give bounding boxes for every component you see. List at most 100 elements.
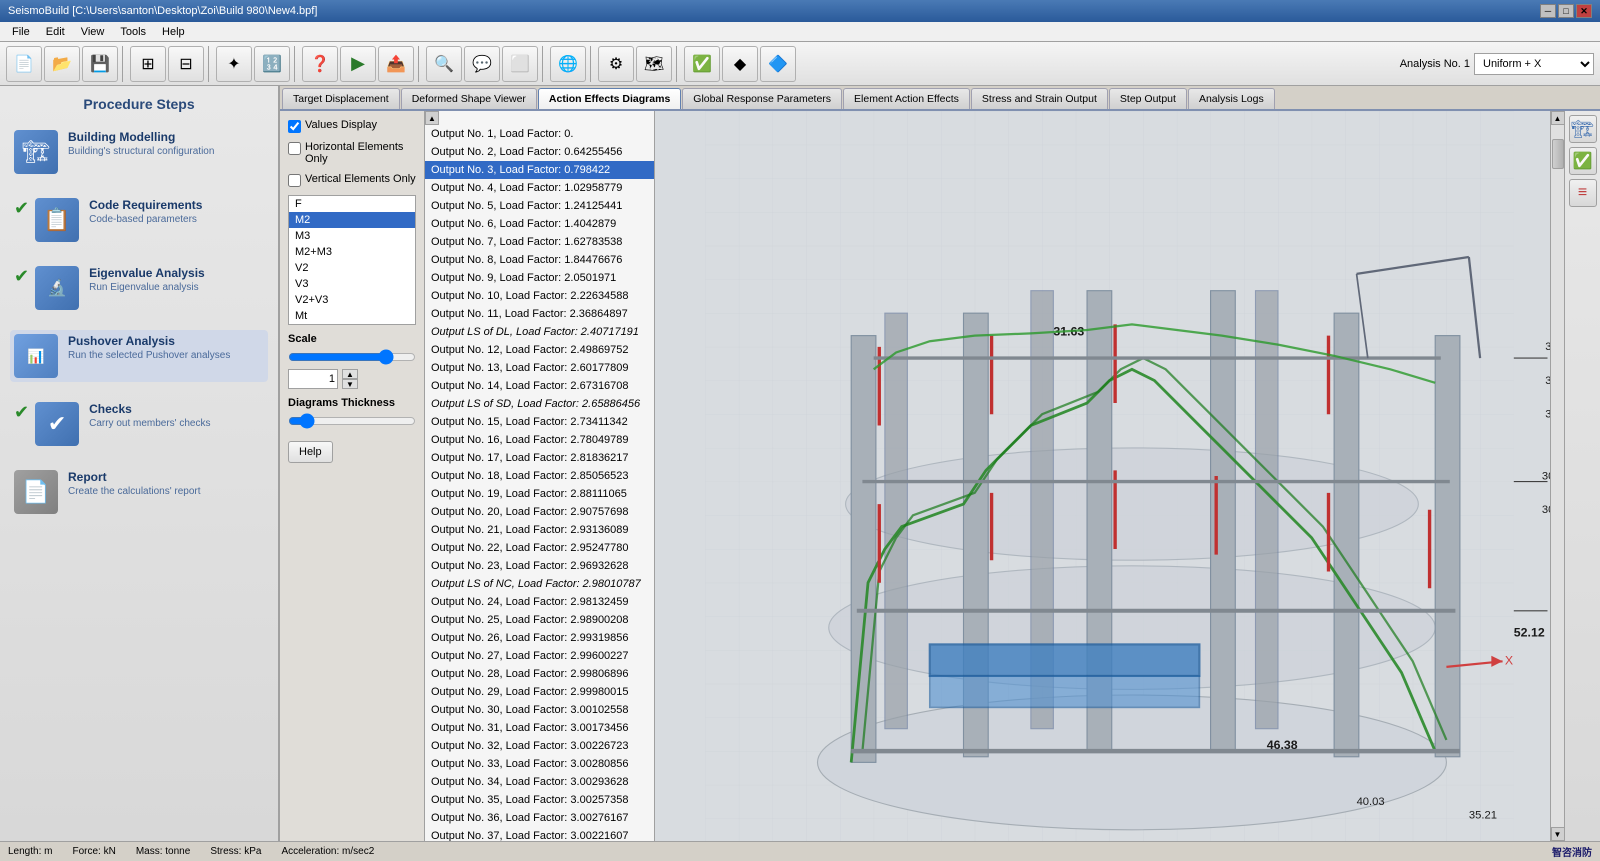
title-controls[interactable]: ─ □ ✕	[1540, 4, 1592, 18]
view3d-button[interactable]: ⬜	[502, 46, 538, 82]
menu-help[interactable]: Help	[154, 24, 193, 40]
tab-stress-strain[interactable]: Stress and Strain Output	[971, 88, 1108, 109]
tab-deformed-shape[interactable]: Deformed Shape Viewer	[401, 88, 537, 109]
right-btn-bars[interactable]: ≡	[1569, 179, 1597, 207]
gear-button[interactable]: ⚙	[598, 46, 634, 82]
output-item-10[interactable]: Output No. 10, Load Factor: 2.22634588	[425, 287, 654, 305]
element-m2[interactable]: M2	[289, 212, 415, 228]
scroll-down-arrow[interactable]: ▼	[1551, 827, 1565, 841]
output-item-5[interactable]: Output No. 5, Load Factor: 1.24125441	[425, 197, 654, 215]
calc-button[interactable]: 🔢	[254, 46, 290, 82]
thickness-slider[interactable]	[288, 413, 416, 429]
output-item-19[interactable]: Output No. 19, Load Factor: 2.88111065	[425, 485, 654, 503]
output-item-23[interactable]: Output No. 23, Load Factor: 2.96932628	[425, 557, 654, 575]
network-button[interactable]: ✦	[216, 46, 252, 82]
output-item-27[interactable]: Output No. 27, Load Factor: 2.99600227	[425, 647, 654, 665]
maximize-btn[interactable]: □	[1558, 4, 1574, 18]
right-btn-3d[interactable]: 🏗	[1569, 115, 1597, 143]
sidebar-item-checks[interactable]: ✔ ✔ Checks Carry out members' checks	[10, 398, 268, 450]
tab-analysis-logs[interactable]: Analysis Logs	[1188, 88, 1275, 109]
right-btn-check[interactable]: ✅	[1569, 147, 1597, 175]
output-item-18[interactable]: Output No. 18, Load Factor: 2.85056523	[425, 467, 654, 485]
output-item-33[interactable]: Output No. 33, Load Factor: 3.00280856	[425, 755, 654, 773]
output-item-16[interactable]: Output No. 16, Load Factor: 2.78049789	[425, 431, 654, 449]
output-item-2[interactable]: Output No. 2, Load Factor: 0.64255456	[425, 143, 654, 161]
output-item-36[interactable]: Output No. 36, Load Factor: 3.00276167	[425, 809, 654, 827]
sidebar-item-building-modelling[interactable]: 🏗 Building Modelling Building's structur…	[10, 126, 268, 178]
tab-element-action[interactable]: Element Action Effects	[843, 88, 970, 109]
tab-global-response[interactable]: Global Response Parameters	[682, 88, 842, 109]
output-item-1[interactable]: Output No. 1, Load Factor: 0.	[425, 125, 654, 143]
output-item-21[interactable]: Output No. 21, Load Factor: 2.93136089	[425, 521, 654, 539]
output-item-26[interactable]: Output No. 26, Load Factor: 2.99319856	[425, 629, 654, 647]
output-item-17[interactable]: Output No. 17, Load Factor: 2.81836217	[425, 449, 654, 467]
scroll-up-arrow[interactable]: ▲	[1551, 111, 1565, 125]
horizontal-only-checkbox[interactable]	[288, 142, 301, 155]
output-item-4[interactable]: Output No. 4, Load Factor: 1.02958779	[425, 179, 654, 197]
diamond-button[interactable]: ◆	[722, 46, 758, 82]
menu-tools[interactable]: Tools	[112, 24, 154, 40]
output-item-28[interactable]: Output No. 28, Load Factor: 2.99806896	[425, 665, 654, 683]
output-item-32[interactable]: Output No. 32, Load Factor: 3.00226723	[425, 737, 654, 755]
sidebar-item-report[interactable]: 📄 Report Create the calculations' report	[10, 466, 268, 518]
menu-view[interactable]: View	[73, 24, 113, 40]
output-item-14[interactable]: Output No. 14, Load Factor: 2.67316708	[425, 377, 654, 395]
tab-step-output[interactable]: Step Output	[1109, 88, 1187, 109]
output-item-31[interactable]: Output No. 31, Load Factor: 3.00173456	[425, 719, 654, 737]
menu-file[interactable]: File	[4, 24, 38, 40]
output-item-20[interactable]: Output No. 20, Load Factor: 2.90757698	[425, 503, 654, 521]
scale-slider[interactable]	[288, 349, 416, 365]
view-scrollbar[interactable]: ▲ ▼	[1550, 111, 1564, 841]
run-button[interactable]: ▶	[340, 46, 376, 82]
zoom-button[interactable]: 🔍	[426, 46, 462, 82]
check-button[interactable]: ✅	[684, 46, 720, 82]
save-button[interactable]: 💾	[82, 46, 118, 82]
element-mt[interactable]: Mt	[289, 308, 415, 324]
help-button[interactable]: Help	[288, 441, 333, 463]
element-m2m3[interactable]: M2+M3	[289, 244, 415, 260]
output-item-11[interactable]: Output No. 11, Load Factor: 2.36864897	[425, 305, 654, 323]
values-display-checkbox[interactable]	[288, 120, 301, 133]
sidebar-item-eigenvalue-analysis[interactable]: ✔ 🔬 Eigenvalue Analysis Run Eigenvalue a…	[10, 262, 268, 314]
output-item-29[interactable]: Output No. 29, Load Factor: 2.99980015	[425, 683, 654, 701]
tab-action-effects[interactable]: Action Effects Diagrams	[538, 88, 681, 109]
scrollbar-thumb[interactable]	[1552, 139, 1564, 169]
minimize-btn[interactable]: ─	[1540, 4, 1556, 18]
new-button[interactable]: 📄	[6, 46, 42, 82]
output-item-35[interactable]: Output No. 35, Load Factor: 3.00257358	[425, 791, 654, 809]
open-button[interactable]: 📂	[44, 46, 80, 82]
output-item-34[interactable]: Output No. 34, Load Factor: 3.00293628	[425, 773, 654, 791]
scale-up-btn[interactable]: ▲	[342, 369, 358, 379]
output-item-13[interactable]: Output No. 13, Load Factor: 2.60177809	[425, 359, 654, 377]
menu-edit[interactable]: Edit	[38, 24, 73, 40]
output-item-15[interactable]: Output No. 15, Load Factor: 2.73411342	[425, 413, 654, 431]
comment-button[interactable]: 💬	[464, 46, 500, 82]
output-item-3[interactable]: Output No. 3, Load Factor: 0.798422	[425, 161, 654, 179]
output-item-6[interactable]: Output No. 6, Load Factor: 1.4042879	[425, 215, 654, 233]
diamond2-button[interactable]: 🔷	[760, 46, 796, 82]
help-question-button[interactable]: ❓	[302, 46, 338, 82]
geo-button[interactable]: 🗺	[636, 46, 672, 82]
element-f[interactable]: F	[289, 196, 415, 212]
vertical-only-checkbox[interactable]	[288, 174, 301, 187]
output-item-37[interactable]: Output No. 37, Load Factor: 3.00221607	[425, 827, 654, 841]
output-item-25[interactable]: Output No. 25, Load Factor: 2.98900208	[425, 611, 654, 629]
output-item-7[interactable]: Output No. 7, Load Factor: 1.62783538	[425, 233, 654, 251]
output-scroll-up[interactable]: ▲	[425, 111, 439, 125]
export-button[interactable]: 📤	[378, 46, 414, 82]
scale-input[interactable]	[288, 369, 338, 389]
output-item-ls-nc[interactable]: Output LS of NC, Load Factor: 2.98010787	[425, 575, 654, 593]
output-item-24[interactable]: Output No. 24, Load Factor: 2.98132459	[425, 593, 654, 611]
output-item-22[interactable]: Output No. 22, Load Factor: 2.95247780	[425, 539, 654, 557]
scale-down-btn[interactable]: ▼	[342, 379, 358, 389]
element-v3[interactable]: V3	[289, 276, 415, 292]
output-item-30[interactable]: Output No. 30, Load Factor: 3.00102558	[425, 701, 654, 719]
sidebar-item-pushover-analysis[interactable]: 📊 Pushover Analysis Run the selected Pus…	[10, 330, 268, 382]
analysis-dropdown[interactable]: Uniform + X Uniform - X Modal + X Modal …	[1474, 53, 1594, 75]
tab-target-displacement[interactable]: Target Displacement	[282, 88, 400, 109]
sidebar-item-code-requirements[interactable]: ✔ 📋 Code Requirements Code-based paramet…	[10, 194, 268, 246]
output-item-ls-dl[interactable]: Output LS of DL, Load Factor: 2.40717191	[425, 323, 654, 341]
layout-button[interactable]: ⊞	[130, 46, 166, 82]
output-item-ls-sd[interactable]: Output LS of SD, Load Factor: 2.65886456	[425, 395, 654, 413]
element-m3[interactable]: M3	[289, 228, 415, 244]
